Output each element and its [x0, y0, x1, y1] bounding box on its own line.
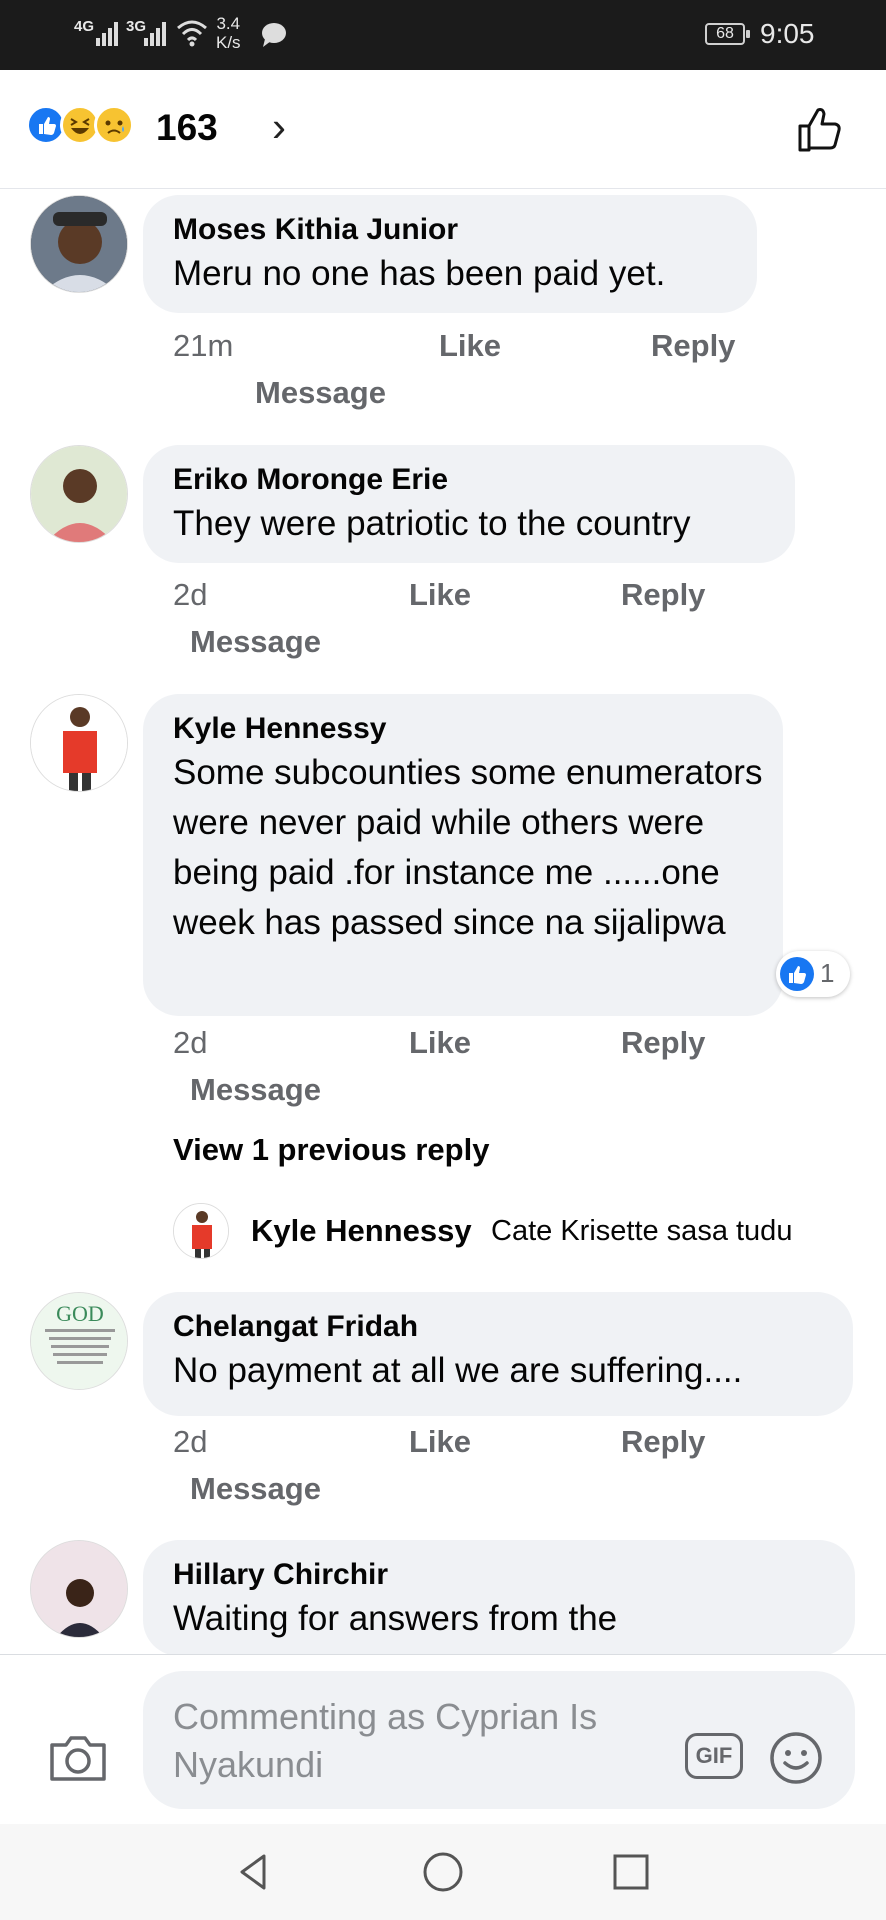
reply-button[interactable]: Reply — [621, 1025, 705, 1061]
comment-age: 2d — [173, 577, 208, 612]
recent-apps-icon[interactable] — [607, 1848, 655, 1896]
back-icon[interactable] — [230, 1848, 278, 1896]
avatar[interactable] — [30, 1540, 128, 1638]
like-icon — [780, 957, 814, 991]
like-button[interactable]: Like — [439, 328, 501, 364]
comment-bubble: Eriko Moronge Erie They were patriotic t… — [143, 445, 795, 563]
comment-author[interactable]: Moses Kithia Junior — [173, 211, 727, 249]
avatar[interactable]: GOD — [30, 1292, 128, 1390]
comment-text: They were patriotic to the country — [173, 504, 691, 543]
signal-4g: 4G — [74, 18, 95, 35]
comment-reaction-badge[interactable]: 1 — [776, 951, 850, 997]
gif-button[interactable]: GIF — [685, 1733, 743, 1779]
avatar[interactable] — [30, 195, 128, 293]
view-previous-replies-link[interactable]: View 1 previous reply — [173, 1132, 489, 1168]
message-button[interactable]: Message — [255, 375, 386, 411]
comment-bubble: Kyle Hennessy Some subcounties some enum… — [143, 694, 783, 1016]
sad-icon — [94, 105, 134, 145]
comment-reaction-count: 1 — [820, 958, 835, 988]
reply-button[interactable]: Reply — [621, 1424, 705, 1460]
reply-button[interactable]: Reply — [621, 577, 705, 613]
message-button[interactable]: Message — [190, 624, 321, 660]
wifi-icon — [177, 20, 207, 47]
signal-3g: 3G — [126, 18, 147, 35]
comment-bubble: Moses Kithia Junior Meru no one has been… — [143, 195, 757, 313]
battery-indicator: 68 — [705, 23, 750, 45]
system-nav-bar — [0, 1824, 886, 1920]
clock: 9:05 — [760, 18, 815, 49]
signal-bars-icon — [96, 22, 118, 46]
like-button[interactable]: Like — [409, 1025, 471, 1061]
message-button[interactable]: Message — [190, 1072, 321, 1108]
comment-author[interactable]: Chelangat Fridah — [173, 1308, 823, 1346]
emoji-icon[interactable] — [769, 1731, 823, 1785]
comment-author[interactable]: Hillary Chirchir — [173, 1556, 825, 1594]
signal-bars-icon — [144, 22, 166, 46]
avatar[interactable] — [30, 445, 128, 543]
comment-age: 2d — [173, 1025, 208, 1060]
comment-bubble: Hillary Chirchir Waiting for answers fro… — [143, 1540, 855, 1656]
comment-text: Waiting for answers from the — [173, 1599, 618, 1638]
reply-button[interactable]: Reply — [651, 328, 735, 364]
reply-author: Kyle Hennessy — [251, 1213, 472, 1248]
network-speed: 3.4 K/s — [216, 14, 241, 52]
avatar[interactable] — [30, 694, 128, 792]
avatar — [173, 1203, 229, 1259]
avatar-logo-text: GOD — [56, 1301, 104, 1326]
comment-age: 21m — [173, 328, 234, 363]
header-divider — [0, 188, 886, 189]
comment-author[interactable]: Kyle Hennessy — [173, 710, 753, 748]
camera-icon[interactable] — [48, 1731, 108, 1783]
like-button[interactable]: Like — [409, 577, 471, 613]
message-button[interactable]: Message — [190, 1471, 321, 1507]
chevron-right-icon: › — [272, 103, 286, 150]
home-icon[interactable] — [419, 1848, 467, 1896]
chat-bubble-icon — [262, 23, 286, 47]
comment-text: Meru no one has been paid yet. — [173, 254, 666, 293]
comment-input[interactable]: Commenting as Cyprian Is Nyakundi GIF — [143, 1671, 855, 1809]
reply-text: Cate Krisette sasa tudu — [491, 1215, 793, 1247]
comment-composer: Commenting as Cyprian Is Nyakundi GIF — [0, 1654, 886, 1824]
comment-text: No payment at all we are suffering.... — [173, 1351, 743, 1390]
comment-author[interactable]: Eriko Moronge Erie — [173, 461, 765, 499]
like-thumb-icon[interactable] — [795, 104, 845, 154]
comment-bubble: Chelangat Fridah No payment at all we ar… — [143, 1292, 853, 1416]
like-button[interactable]: Like — [409, 1424, 471, 1460]
reaction-count: 163 — [156, 107, 218, 148]
comment-input-placeholder: Commenting as Cyprian Is Nyakundi — [173, 1696, 598, 1785]
comment-text: Some subcounties some enumerators were n… — [173, 753, 763, 942]
comment-age: 2d — [173, 1424, 208, 1459]
status-bar: 4G 3G 3.4 K/s 68 9:05 — [0, 0, 886, 70]
